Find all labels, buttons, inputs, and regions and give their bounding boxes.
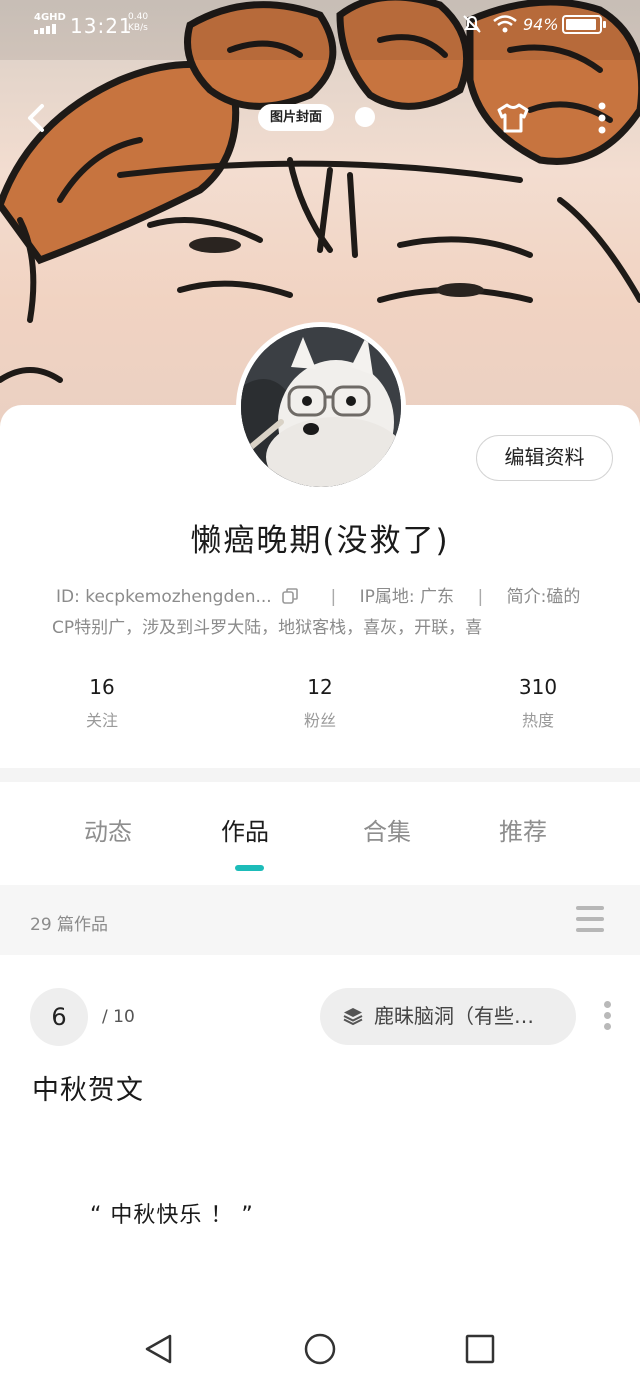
menu-icon[interactable] — [576, 906, 604, 932]
wifi-icon — [493, 15, 517, 33]
stat-label: 粉丝 — [303, 711, 336, 730]
clock: 13:21 — [70, 14, 133, 38]
status-bar: 4GHD 13:21 0.40 KB/s 94% — [0, 0, 640, 50]
square-recents-icon — [465, 1334, 495, 1364]
skin-button[interactable] — [495, 100, 531, 136]
copy-icon[interactable] — [281, 587, 299, 605]
tab-active-indicator — [235, 865, 264, 871]
stat-label: 热度 — [521, 711, 554, 730]
tab-dynamics[interactable]: 动态 — [84, 812, 132, 847]
battery-percent: 94% — [523, 15, 559, 34]
cover-type-tag[interactable]: 图片封面 — [258, 104, 335, 131]
speed-unit: KB/s — [128, 23, 148, 33]
tshirt-icon — [497, 103, 529, 133]
battery-icon — [562, 15, 606, 34]
stat-heat[interactable]: 310 热度 — [483, 675, 593, 731]
network-type: 4GHD — [34, 12, 66, 23]
bio-line-2[interactable]: CP特别广，涉及到斗罗大陆，地狱客栈，喜灰，开联，喜 — [52, 613, 592, 638]
layers-icon — [343, 1008, 363, 1026]
signal-icon — [34, 24, 60, 34]
speed-value: 0.40 — [128, 12, 149, 22]
system-navigation-bar — [0, 1310, 640, 1387]
nav-home-button[interactable] — [303, 1332, 337, 1366]
more-menu-button[interactable] — [592, 100, 612, 136]
nav-back-button[interactable] — [142, 1332, 176, 1366]
more-vertical-icon — [598, 102, 606, 134]
edit-profile-button[interactable]: 编辑资料 — [476, 435, 613, 481]
profile-meta: ID: kecpkemozhengden... | IP属地: 广东 | 简介:… — [56, 582, 596, 607]
stat-value: 310 — [518, 675, 558, 699]
collection-name: 鹿昧脑洞（有些… — [374, 1004, 534, 1028]
stat-label: 关注 — [85, 711, 118, 730]
network-speed: 0.40 KB/s — [128, 12, 148, 34]
chevron-left-icon — [28, 104, 44, 132]
bio-line-1[interactable]: 简介:磕的 — [507, 587, 581, 607]
nickname: 懒癌晚期(没救了) — [190, 523, 450, 559]
user-id: ID: kecpkemozhengden... — [56, 587, 272, 607]
work-excerpt[interactable]: “ 中秋快乐 ！ ” — [90, 1197, 254, 1229]
stat-value: 12 — [307, 675, 333, 699]
cover-indicator-dot — [355, 107, 375, 127]
stat-following[interactable]: 16 关注 — [47, 675, 157, 731]
stat-value: 16 — [89, 675, 115, 699]
avatar[interactable] — [236, 322, 406, 492]
triangle-back-icon — [145, 1334, 172, 1364]
tab-recommend[interactable]: 推荐 — [499, 812, 547, 847]
battery-fill — [566, 19, 596, 30]
section-divider — [0, 768, 640, 782]
stat-followers[interactable]: 12 粉丝 — [265, 675, 375, 731]
works-count: 29 篇作品 — [30, 915, 109, 935]
work-more-button[interactable] — [604, 1001, 612, 1031]
back-button[interactable] — [20, 100, 54, 136]
silent-bell-icon — [463, 15, 481, 33]
dog-avatar-image — [241, 327, 401, 487]
collection-pill[interactable]: 鹿昧脑洞（有些… — [320, 988, 576, 1045]
meta-separator: | — [330, 587, 337, 607]
tab-collections[interactable]: 合集 — [363, 812, 411, 847]
tab-works[interactable]: 作品 — [221, 812, 269, 847]
work-rank: 6 — [30, 988, 88, 1046]
work-rank-total: / 10 — [102, 1007, 135, 1027]
nav-recents-button[interactable] — [463, 1332, 497, 1366]
meta-separator: | — [477, 587, 484, 607]
circle-home-icon — [304, 1333, 336, 1365]
ip-location: IP属地: 广东 — [359, 587, 455, 607]
work-title[interactable]: 中秋贺文 — [32, 1068, 144, 1107]
